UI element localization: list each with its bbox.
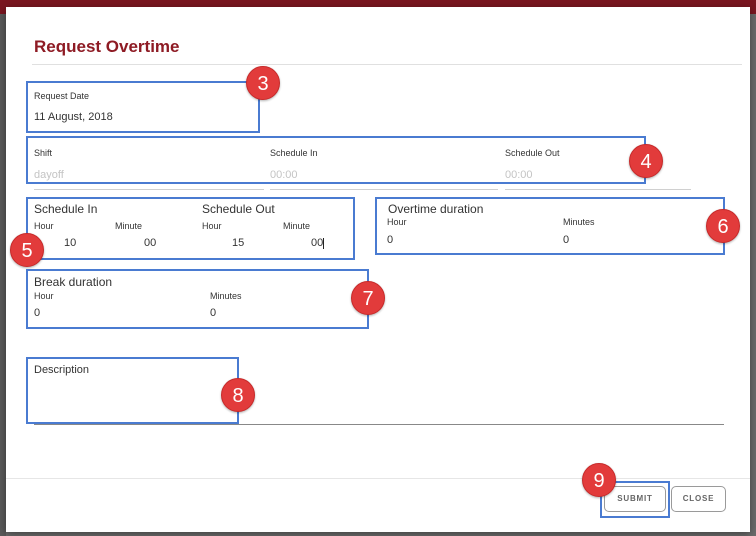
footer-divider (6, 478, 750, 479)
annotation-badge-8: 8 (221, 378, 255, 412)
highlight-box-8 (26, 357, 239, 424)
highlight-box-5 (26, 197, 355, 260)
annotation-badge-9: 9 (582, 463, 616, 497)
modal-title: Request Overtime (34, 37, 180, 56)
request-overtime-modal: Request Overtime Request Date 11 August,… (6, 7, 750, 532)
highlight-box-3 (26, 81, 260, 133)
highlight-box-4 (26, 136, 646, 184)
annotation-badge-4: 4 (629, 144, 663, 178)
schedule-in-underline (270, 189, 498, 190)
annotation-badge-6: 6 (706, 209, 740, 243)
shift-underline (34, 189, 264, 190)
description-underline (34, 424, 724, 425)
highlight-box-7 (26, 269, 369, 329)
annotation-badge-7: 7 (351, 281, 385, 315)
highlight-box-6 (375, 197, 725, 255)
title-divider (32, 64, 742, 65)
close-button[interactable]: CLOSE (671, 486, 726, 512)
annotation-badge-3: 3 (246, 66, 280, 100)
schedule-out-underline (505, 189, 691, 190)
annotation-badge-5: 5 (10, 233, 44, 267)
